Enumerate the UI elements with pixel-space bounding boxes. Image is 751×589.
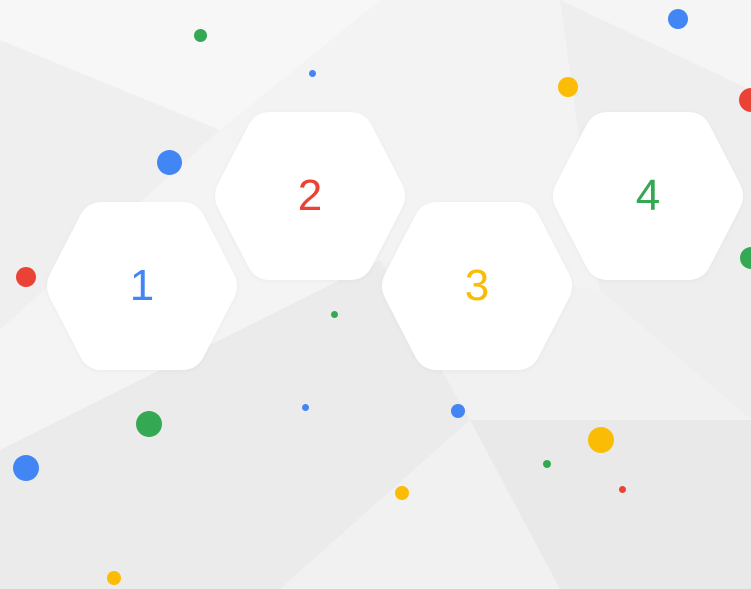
decor-dot: [194, 29, 207, 42]
hexagon-4[interactable]: 4: [550, 108, 746, 284]
decor-dot: [668, 9, 688, 29]
hexagon-3[interactable]: 3: [379, 198, 575, 374]
decor-dot: [309, 70, 316, 77]
decor-dot: [107, 571, 121, 585]
hexagon-1[interactable]: 1: [44, 198, 240, 374]
decor-dot: [16, 267, 36, 287]
decor-dot: [619, 486, 626, 493]
decor-dot: [558, 77, 578, 97]
decor-dot: [13, 455, 39, 481]
decor-dot: [302, 404, 309, 411]
hexagon-3-label: 3: [464, 261, 490, 310]
hexagon-1-label: 1: [129, 261, 155, 310]
decor-dot: [136, 411, 162, 437]
decor-dot: [543, 460, 551, 468]
decor-dot: [157, 150, 182, 175]
hexagon-4-label: 4: [635, 171, 661, 220]
decor-dot: [395, 486, 409, 500]
decor-dot: [331, 311, 338, 318]
decor-dot: [588, 427, 614, 453]
decor-dot: [451, 404, 465, 418]
